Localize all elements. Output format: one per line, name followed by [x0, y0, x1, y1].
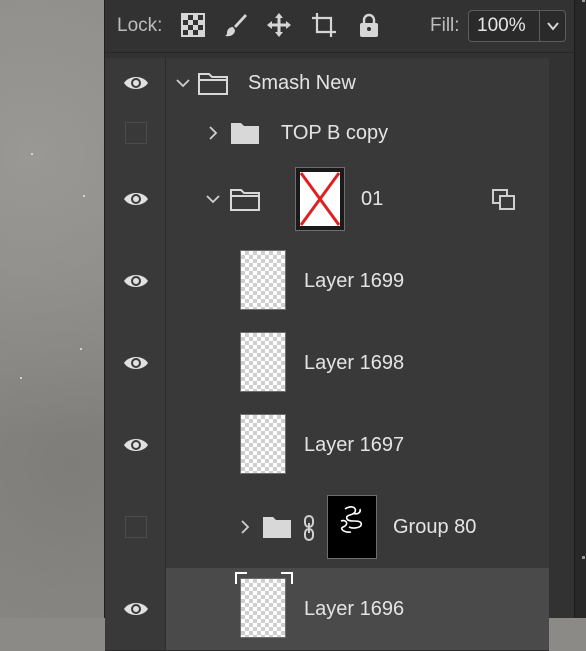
layer-row-layer-1698[interactable]: Layer 1698 — [105, 322, 549, 405]
selection-corner-brackets — [235, 572, 293, 584]
vector-mask-thumbnail[interactable] — [295, 167, 345, 231]
fill-value[interactable]: 100% — [477, 15, 526, 37]
eye-icon[interactable] — [122, 599, 150, 619]
visibility-cell[interactable] — [105, 486, 166, 568]
folder-icon — [231, 123, 259, 144]
layer-name[interactable]: Group 80 — [393, 516, 476, 539]
fill-label: Fill: — [430, 15, 460, 36]
canvas-speck — [20, 377, 22, 379]
visibility-toggle-off[interactable] — [125, 122, 147, 144]
chevron-down-icon[interactable] — [545, 19, 561, 33]
layer-name[interactable]: Layer 1699 — [304, 270, 404, 293]
layers-toolbar: Lock: Fill: 100% — [105, 0, 575, 53]
lock-transparent-pixels-icon[interactable] — [180, 12, 206, 38]
layer-name[interactable]: Smash New — [248, 72, 356, 95]
layer-row-layer-1699[interactable]: Layer 1699 — [105, 240, 549, 323]
eye-icon[interactable] — [122, 353, 150, 373]
lock-all-icon[interactable] — [356, 12, 382, 38]
visibility-cell[interactable] — [105, 108, 166, 158]
eye-icon[interactable] — [122, 435, 150, 455]
visibility-cell[interactable] — [105, 240, 166, 322]
eye-icon[interactable] — [122, 189, 150, 209]
visibility-cell[interactable] — [105, 568, 166, 650]
lock-image-pixels-icon[interactable] — [223, 12, 249, 38]
visibility-cell[interactable] — [105, 58, 166, 108]
lock-position-icon[interactable] — [266, 12, 292, 38]
layer-row-smash-new[interactable]: Smash New — [105, 58, 549, 109]
chevron-down-icon[interactable] — [175, 75, 191, 91]
chevron-down-icon[interactable] — [205, 191, 221, 207]
scroll-mark — [582, 0, 585, 2]
lock-label: Lock: — [117, 15, 163, 36]
layers-panel: Lock: Fill: 100% Smash New TOP B copy 01… — [104, 0, 575, 651]
layer-row-top-b-copy[interactable]: TOP B copy — [105, 108, 549, 159]
layer-row-group-80[interactable]: Group 80 — [105, 486, 549, 569]
layer-mask-thumbnail[interactable] — [327, 495, 377, 559]
layer-thumbnail[interactable] — [240, 414, 286, 474]
visibility-cell[interactable] — [105, 322, 166, 404]
eye-icon[interactable] — [122, 73, 150, 93]
canvas-speck — [80, 348, 82, 350]
folder-icon — [198, 73, 228, 95]
document-canvas[interactable] — [0, 0, 104, 618]
visibility-toggle-off[interactable] — [125, 516, 147, 538]
canvas-speck — [31, 153, 33, 155]
layer-row-01[interactable]: 01 — [105, 158, 549, 241]
eye-icon[interactable] — [122, 271, 150, 291]
fill-dropdown[interactable]: 100% — [468, 10, 566, 42]
layer-row-layer-1696[interactable]: Layer 1696 — [105, 568, 549, 651]
scroll-mark — [582, 556, 585, 559]
layer-name[interactable]: Layer 1697 — [304, 434, 404, 457]
layer-thumbnail[interactable] — [240, 250, 286, 310]
chevron-right-icon[interactable] — [237, 519, 253, 535]
visibility-cell[interactable] — [105, 158, 166, 240]
smart-object-icon — [492, 189, 515, 210]
lock-artboard-icon[interactable] — [311, 12, 337, 38]
visibility-cell[interactable] — [105, 404, 166, 486]
layer-name[interactable]: Layer 1698 — [304, 352, 404, 375]
layer-row-layer-1697[interactable]: Layer 1697 — [105, 404, 549, 487]
folder-icon — [230, 189, 260, 211]
layer-name[interactable]: TOP B copy — [281, 122, 388, 145]
canvas-speck — [83, 195, 85, 197]
layer-name[interactable]: 01 — [361, 188, 383, 211]
chevron-right-icon[interactable] — [205, 125, 221, 141]
link-icon[interactable] — [302, 515, 316, 541]
panel-scrollbar[interactable] — [574, 0, 586, 618]
folder-icon — [263, 517, 291, 538]
layer-thumbnail[interactable] — [240, 332, 286, 392]
fill-divider — [539, 11, 540, 41]
